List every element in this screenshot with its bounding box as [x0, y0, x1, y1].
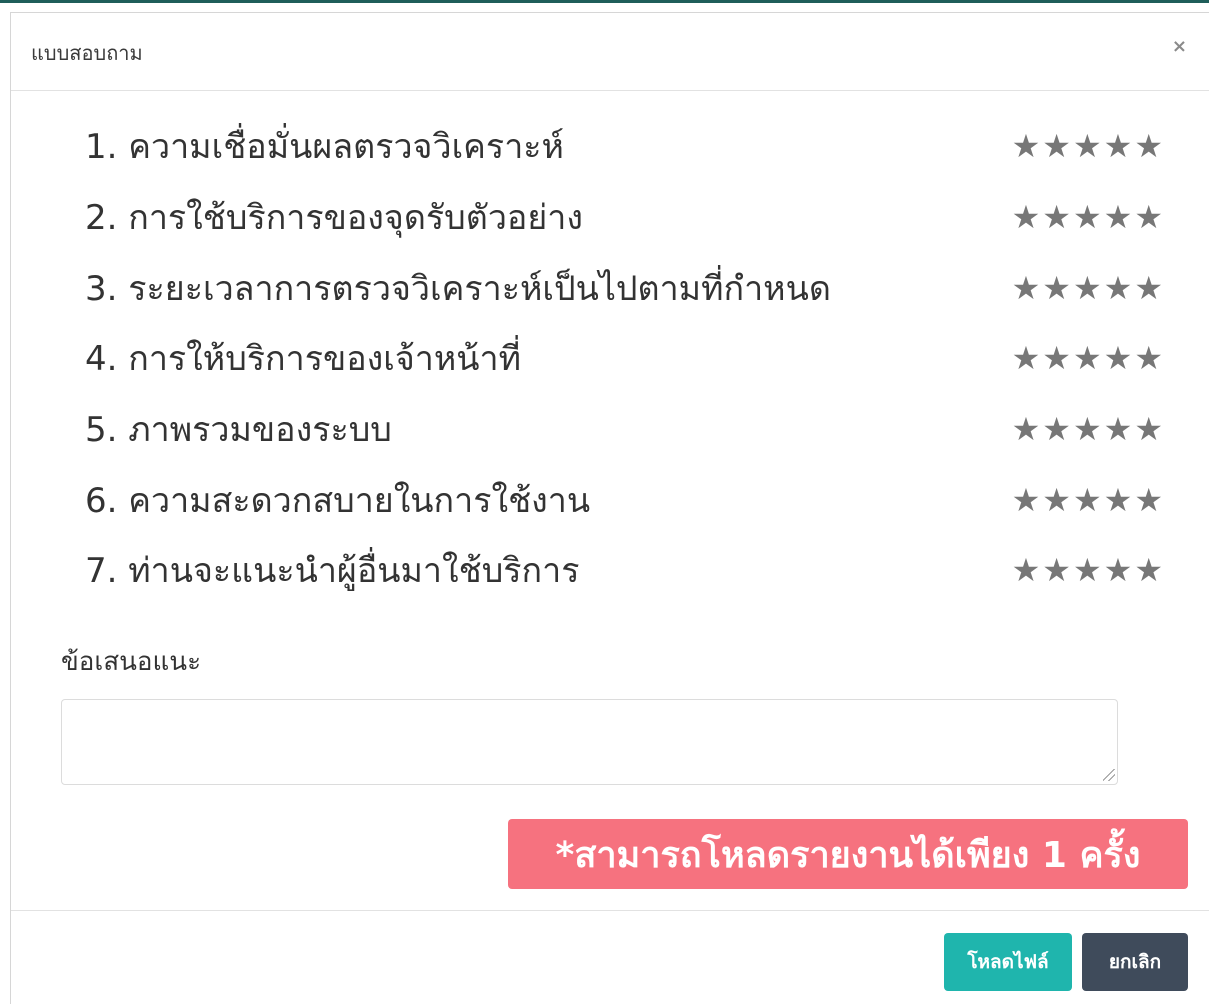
star-icon[interactable]: ★ — [1134, 342, 1163, 374]
star-icon[interactable]: ★ — [1073, 272, 1102, 304]
star-icon[interactable]: ★ — [1042, 201, 1071, 233]
star-icon[interactable]: ★ — [1012, 130, 1041, 162]
question-row-4: 4. การให้บริการของเจ้าหน้าที่ ★ ★ ★ ★ ★ — [85, 323, 1163, 394]
cancel-button[interactable]: ยกเลิก — [1082, 933, 1188, 991]
star-icon[interactable]: ★ — [1012, 413, 1041, 445]
star-icon[interactable]: ★ — [1012, 272, 1041, 304]
star-rating: ★ ★ ★ ★ ★ — [1012, 130, 1163, 162]
star-rating: ★ ★ ★ ★ ★ — [1012, 413, 1163, 445]
star-icon[interactable]: ★ — [1012, 342, 1041, 374]
question-label: 2. การใช้บริการของจุดรับตัวอย่าง — [85, 198, 583, 239]
star-icon[interactable]: ★ — [1073, 342, 1102, 374]
star-icon[interactable]: ★ — [1042, 554, 1071, 586]
question-label: 4. การให้บริการของเจ้าหน้าที่ — [85, 339, 522, 380]
star-icon[interactable]: ★ — [1042, 272, 1071, 304]
modal-title: แบบสอบถาม — [31, 41, 143, 65]
star-icon[interactable]: ★ — [1104, 272, 1133, 304]
star-icon[interactable]: ★ — [1012, 554, 1041, 586]
question-row-1: 1. ความเชื่อมั่นผลตรวจวิเคราะห์ ★ ★ ★ ★ ★ — [85, 111, 1163, 182]
star-icon[interactable]: ★ — [1073, 554, 1102, 586]
modal-header: แบบสอบถาม × — [11, 13, 1209, 91]
star-icon[interactable]: ★ — [1104, 413, 1133, 445]
star-icon[interactable]: ★ — [1134, 554, 1163, 586]
question-label: 6. ความสะดวกสบายในการใช้งาน — [85, 480, 591, 521]
question-label: 3. ระยะเวลาการตรวจวิเคราะห์เป็นไปตามที่ก… — [85, 268, 831, 309]
page: แบบสอบถาม × 1. ความเชื่อมั่นผลตรวจวิเครา… — [0, 0, 1209, 1004]
star-icon[interactable]: ★ — [1012, 201, 1041, 233]
star-icon[interactable]: ★ — [1134, 201, 1163, 233]
star-icon[interactable]: ★ — [1042, 413, 1071, 445]
question-list: 1. ความเชื่อมั่นผลตรวจวิเคราะห์ ★ ★ ★ ★ ★ 2. ก… — [85, 111, 1163, 606]
top-accent-bar — [0, 0, 1209, 10]
star-icon[interactable]: ★ — [1134, 484, 1163, 516]
star-rating: ★ ★ ★ ★ ★ — [1012, 554, 1163, 586]
star-icon[interactable]: ★ — [1104, 201, 1133, 233]
question-label: 5. ภาพรวมของระบบ — [85, 410, 392, 451]
star-icon[interactable]: ★ — [1073, 201, 1102, 233]
star-icon[interactable]: ★ — [1134, 413, 1163, 445]
resize-grip-icon[interactable] — [1103, 769, 1115, 781]
close-icon[interactable]: × — [1172, 37, 1187, 57]
question-row-3: 3. ระยะเวลาการตรวจวิเคราะห์เป็นไปตามที่ก… — [85, 252, 1163, 323]
question-row-7: 7. ท่านจะแนะนำผู้อื่นมาใช้บริการ ★ ★ ★ ★ ★ — [85, 535, 1163, 606]
star-icon[interactable]: ★ — [1042, 484, 1071, 516]
star-rating: ★ ★ ★ ★ ★ — [1012, 272, 1163, 304]
star-icon[interactable]: ★ — [1073, 130, 1102, 162]
question-label: 7. ท่านจะแนะนำผู้อื่นมาใช้บริการ — [85, 551, 580, 592]
star-icon[interactable]: ★ — [1042, 342, 1071, 374]
download-file-button[interactable]: โหลดไฟล์ — [944, 933, 1072, 991]
star-icon[interactable]: ★ — [1104, 484, 1133, 516]
star-icon[interactable]: ★ — [1042, 130, 1071, 162]
suggestion-input[interactable] — [61, 699, 1118, 785]
question-label: 1. ความเชื่อมั่นผลตรวจวิเคราะห์ — [85, 127, 564, 168]
star-rating: ★ ★ ★ ★ ★ — [1012, 342, 1163, 374]
question-row-6: 6. ความสะดวกสบายในการใช้งาน ★ ★ ★ ★ ★ — [85, 464, 1163, 535]
question-row-2: 2. การใช้บริการของจุดรับตัวอย่าง ★ ★ ★ ★ ★ — [85, 182, 1163, 253]
star-icon[interactable]: ★ — [1104, 130, 1133, 162]
star-icon[interactable]: ★ — [1104, 554, 1133, 586]
star-icon[interactable]: ★ — [1134, 130, 1163, 162]
star-icon[interactable]: ★ — [1073, 484, 1102, 516]
suggestion-label: ข้อเสนอแนะ — [61, 647, 202, 677]
modal-footer: โหลดไฟล์ ยกเลิก — [11, 910, 1209, 1004]
star-icon[interactable]: ★ — [1134, 272, 1163, 304]
download-limit-warning: *สามารถโหลดรายงานได้เพียง 1 ครั้ง — [508, 819, 1188, 889]
star-rating: ★ ★ ★ ★ ★ — [1012, 484, 1163, 516]
star-rating: ★ ★ ★ ★ ★ — [1012, 201, 1163, 233]
star-icon[interactable]: ★ — [1073, 413, 1102, 445]
star-icon[interactable]: ★ — [1104, 342, 1133, 374]
questionnaire-modal: แบบสอบถาม × 1. ความเชื่อมั่นผลตรวจวิเครา… — [10, 12, 1209, 1004]
question-row-5: 5. ภาพรวมของระบบ ★ ★ ★ ★ ★ — [85, 394, 1163, 465]
star-icon[interactable]: ★ — [1012, 484, 1041, 516]
